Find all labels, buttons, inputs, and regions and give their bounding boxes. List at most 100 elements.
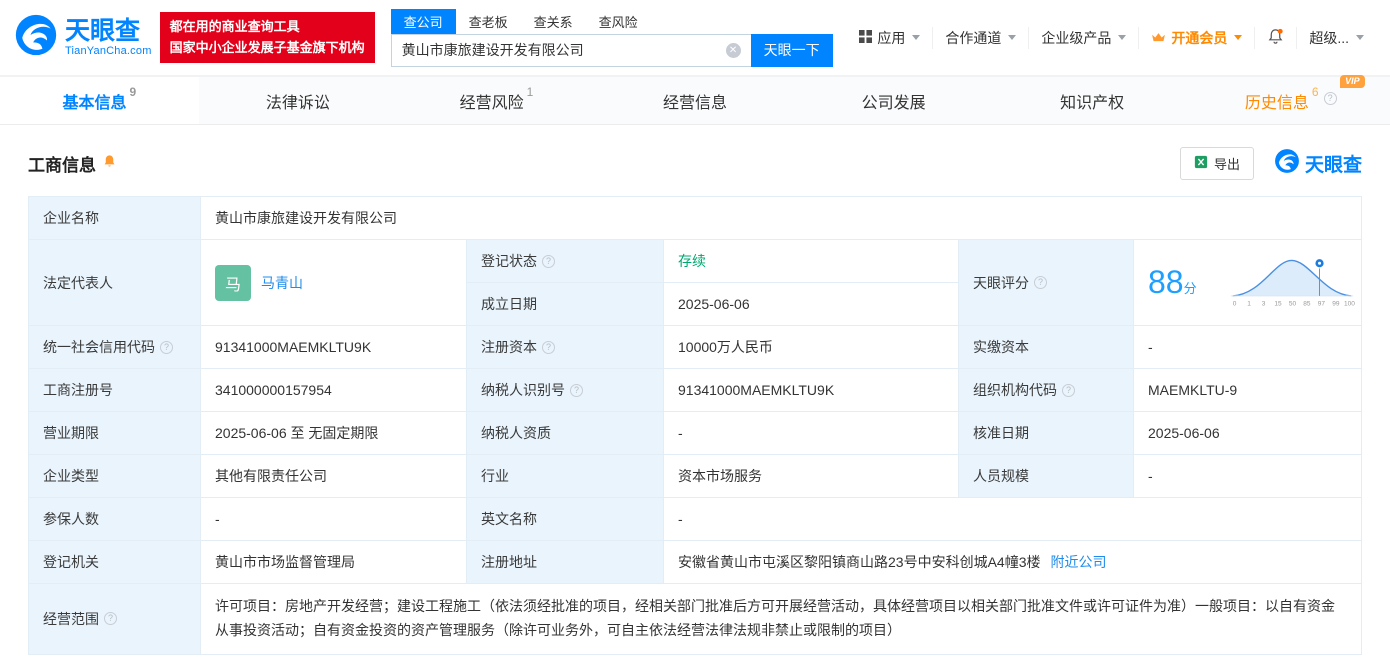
tianyancha-logo[interactable]: 天眼查 TianYanCha.com [14, 13, 152, 62]
tab-label: 法律诉讼 [265, 94, 330, 112]
help-icon[interactable]: ? [542, 340, 555, 354]
field-label-industry: 行业 [467, 455, 664, 498]
field-label-legal-rep: 法定代表人 [29, 240, 201, 326]
svg-text:85: 85 [1303, 300, 1311, 307]
nearby-companies-link[interactable]: 附近公司 [1050, 552, 1106, 572]
chevron-down-icon [1234, 35, 1243, 40]
field-label-approval-date: 核准日期 [959, 412, 1134, 455]
tab-badge: 1 [526, 84, 534, 99]
help-icon[interactable]: ? [1062, 383, 1075, 397]
tianyancha-logo-icon [1274, 148, 1300, 180]
svg-text:15: 15 [1274, 300, 1282, 307]
field-value-reg-capital: 10000万人民币 [664, 326, 959, 369]
field-label-reg-address: 注册地址 [467, 541, 664, 584]
search-tab-risk[interactable]: 查风险 [586, 9, 651, 34]
search-button[interactable]: 天眼一下 [750, 33, 833, 67]
nav-apps-label: 应用 [877, 29, 906, 46]
field-value-company-name: 黄山市康旅建设开发有限公司 [201, 197, 1362, 240]
field-label-company-name: 企业名称 [29, 197, 201, 240]
field-value-business-scope: 许可项目：房地产开发经营；建设工程施工（依法须经批准的项目，经相关部门批准后方可… [201, 584, 1362, 655]
business-info-table: 企业名称 黄山市康旅建设开发有限公司 法定代表人 马 马青山 登记状态? 存续 … [28, 196, 1362, 655]
legal-rep-link[interactable]: 马青山 [261, 273, 303, 293]
field-label-english-name: 英文名称 [467, 498, 664, 541]
nav-account-label: 超级... [1309, 29, 1349, 46]
company-detail-tabs: 基本信息 9 法律诉讼 经营风险 1 经营信息 公司发展 知识产权 VIP 历史信息 6… [0, 74, 1390, 125]
nav-account[interactable]: 超级... [1296, 26, 1376, 49]
nav-notifications[interactable] [1254, 26, 1296, 49]
clear-input-icon[interactable]: ✕ [725, 42, 741, 58]
svg-text:0: 0 [1233, 300, 1237, 307]
tianyancha-logo-icon [14, 13, 58, 62]
field-label-reg-capital: 注册资本? [467, 326, 664, 369]
brand-slogan: 都在用的商业查询工具 国家中小企业发展子基金旗下机构 [159, 11, 375, 64]
nav-cooperation-label: 合作通道 [945, 29, 1002, 46]
avatar[interactable]: 马 [215, 264, 251, 301]
nav-enterprise-label: 企业级产品 [1041, 29, 1112, 46]
search-input[interactable] [391, 42, 751, 58]
help-icon[interactable]: ? [160, 340, 173, 354]
svg-text:97: 97 [1318, 300, 1326, 307]
field-label-taxpayer-id: 纳税人识别号? [467, 369, 664, 412]
search-tab-company[interactable]: 查公司 [390, 8, 456, 34]
field-label-reg-status: 登记状态? [467, 240, 664, 283]
field-value-legal-rep: 马 马青山 [201, 240, 467, 326]
help-icon[interactable]: ? [1323, 91, 1337, 105]
monitor-bell-icon[interactable] [102, 154, 117, 174]
field-value-english-name: - [664, 498, 1362, 541]
tab-operation-risk[interactable]: 经营风险 1 [397, 77, 596, 124]
search-area: 查公司 查老板 查关系 查风险 ✕ 天眼一下 [390, 8, 833, 67]
top-nav: 应用 合作通道 企业级产品 开通会员 超级... [847, 26, 1376, 49]
field-label-company-type: 企业类型 [29, 455, 201, 498]
section-header: 工商信息 导出 天眼查 [28, 147, 1362, 180]
nav-cooperation[interactable]: 合作通道 [932, 26, 1028, 49]
field-label-paid-capital: 实缴资本 [959, 326, 1134, 369]
tab-legal-litigation[interactable]: 法律诉讼 [199, 77, 398, 124]
field-value-reg-address: 安徽省黄山市屯溪区黎阳镇商山路23号中安科创城A4幢3楼 附近公司 [664, 541, 1362, 584]
field-label-reg-number: 工商注册号 [29, 369, 201, 412]
svg-text:99: 99 [1332, 300, 1340, 307]
tab-intellectual-property[interactable]: 知识产权 [993, 77, 1192, 124]
chevron-down-icon [1008, 35, 1017, 40]
watermark-logo: 天眼查 [1274, 148, 1362, 180]
tab-history-info[interactable]: VIP 历史信息 6? [1191, 74, 1390, 124]
search-tab-relation[interactable]: 查关系 [521, 9, 586, 34]
main-content: 工商信息 导出 天眼查 企业名称 黄山市康旅建设开发有限公司 法定代表人 马 马… [0, 125, 1390, 671]
export-button[interactable]: 导出 [1179, 147, 1254, 180]
field-value-staff-size: - [1134, 455, 1362, 498]
chevron-down-icon [1356, 35, 1364, 40]
help-icon[interactable]: ? [570, 383, 583, 397]
slogan-line-1: 都在用的商业查询工具 [169, 18, 300, 34]
tab-operation-info[interactable]: 经营信息 [596, 77, 795, 124]
tab-badge: 6 [1311, 84, 1319, 99]
nav-open-vip[interactable]: 开通会员 [1138, 26, 1254, 49]
tab-company-development[interactable]: 公司发展 [794, 77, 993, 124]
field-label-org-code: 组织机构代码? [959, 369, 1134, 412]
field-value-business-term: 2025-06-06 至 无固定期限 [201, 412, 467, 455]
bell-icon [1267, 28, 1284, 48]
field-value-reg-number: 341000000157954 [201, 369, 467, 412]
nav-enterprise[interactable]: 企业级产品 [1028, 26, 1138, 49]
field-value-establish-date: 2025-06-06 [664, 283, 959, 326]
score-curve-chart: 0 1 3 15 50 85 97 99 100 [1229, 251, 1355, 314]
logo-title: 天眼查 [65, 17, 141, 46]
tab-label: 基本信息 [62, 94, 127, 112]
tab-basic-info[interactable]: 基本信息 9 [0, 77, 199, 124]
help-icon[interactable]: ? [542, 254, 555, 268]
help-icon[interactable]: ? [104, 612, 117, 626]
nav-apps[interactable]: 应用 [847, 27, 932, 49]
tab-label: 历史信息 [1244, 94, 1309, 112]
section-actions: 导出 天眼查 [1179, 147, 1362, 180]
tab-label: 经营风险 [459, 94, 524, 112]
logo-subtitle: TianYanCha.com [65, 44, 152, 57]
chevron-down-icon [1118, 35, 1127, 40]
search-tab-boss[interactable]: 查老板 [456, 9, 521, 34]
field-value-approval-date: 2025-06-06 [1134, 412, 1362, 455]
field-label-staff-size: 人员规模 [959, 455, 1134, 498]
field-value-tyc-score[interactable]: 88分 0 1 3 15 50 85 97 99 100 [1134, 240, 1362, 326]
field-value-company-type: 其他有限责任公司 [201, 455, 467, 498]
help-icon[interactable]: ? [1034, 276, 1047, 289]
field-label-taxpayer-quality: 纳税人资质 [467, 412, 664, 455]
crown-icon [1151, 30, 1166, 46]
tab-label: 公司发展 [861, 94, 926, 112]
field-label-insured-count: 参保人数 [29, 498, 201, 541]
